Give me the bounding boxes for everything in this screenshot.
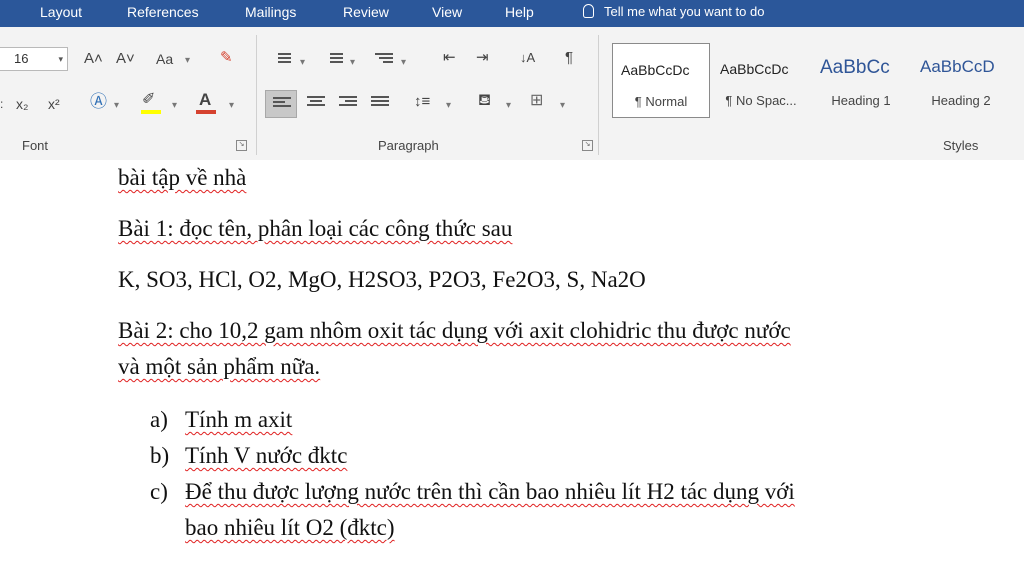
font-size-value: 16 (14, 51, 29, 66)
font-dialog-launcher-icon[interactable]: ↘ (236, 140, 247, 151)
group-divider (598, 35, 599, 155)
align-center-icon[interactable] (307, 96, 325, 110)
lightbulb-icon (583, 4, 594, 18)
chevron-down-icon: ▾ (185, 55, 191, 66)
list-marker: c) (150, 479, 168, 504)
chevron-down-icon: ▾ (172, 100, 178, 111)
highlight-color-bar (141, 110, 161, 114)
tab-review[interactable]: Review (343, 4, 389, 20)
chevron-down-icon: ▾ (58, 54, 63, 64)
style-no-spacing[interactable]: AaBbCcDc ¶ No Spac... (712, 43, 810, 118)
bullets-icon[interactable] (273, 53, 291, 67)
chevron-down-icon: ▾ (300, 57, 306, 68)
font-group-label: Font (22, 138, 49, 153)
borders-icon[interactable]: ⊞ (530, 92, 543, 110)
clear-formatting-icon[interactable]: ✎ (220, 49, 233, 67)
font-size-combobox[interactable]: 16 ▾ (0, 47, 68, 71)
chevron-down-icon: ▾ (506, 100, 512, 111)
list-item-continuation: bao nhiêu lít O2 (đktc) (185, 515, 395, 540)
chevron-down-icon: ▾ (114, 100, 120, 111)
style-preview: AaBbCcD (920, 57, 995, 76)
exercise-2-line-2: và một sản phẩm nữa. (118, 354, 321, 379)
grow-font-button[interactable]: A˄ (84, 50, 103, 68)
tab-layout[interactable]: Layout (40, 4, 82, 20)
style-name: Heading 1 (831, 93, 891, 108)
exercise-2-line-1: Bài 2: cho 10,2 gam nhôm oxit tác dụng v… (118, 318, 791, 343)
justify-icon[interactable] (371, 96, 389, 110)
increase-indent-icon[interactable]: ⇥ (476, 49, 489, 67)
sort-icon[interactable]: ↓A (520, 49, 535, 67)
chevron-down-icon: ▾ (229, 100, 235, 111)
list-marker: b) (150, 443, 170, 468)
style-preview: AaBbCcDc (621, 62, 690, 78)
style-name: ¶ No Spac... (725, 93, 797, 108)
styles-group-label: Styles (943, 138, 979, 153)
chevron-down-icon: ▾ (446, 100, 452, 111)
document-page[interactable]: bài tập về nhà Bài 1: đọc tên, phân loại… (0, 160, 1024, 566)
style-name: ¶ Normal (634, 94, 688, 109)
font-color-bar (196, 110, 216, 114)
tell-me-box[interactable]: Tell me what you want to do (583, 4, 764, 19)
list-item: Tính m axit (185, 407, 293, 432)
subscript-button[interactable]: x₂ (16, 95, 28, 113)
list-item: Để thu được lượng nước trên thì cần bao … (185, 479, 795, 504)
style-name: Heading 2 (931, 93, 991, 108)
list-item: Tính V nước đktc (185, 443, 348, 468)
chevron-down-icon: ▾ (350, 57, 356, 68)
formula-list: K, SO3, HCl, O2, MgO, H2SO3, P2O3, Fe2O3… (118, 267, 646, 292)
tell-me-text: Tell me what you want to do (604, 4, 765, 19)
highlight-pen-icon[interactable]: ✐ (142, 91, 155, 109)
style-heading-2[interactable]: AaBbCcD Heading 2 (912, 43, 1010, 118)
align-left-icon (273, 97, 291, 111)
doc-heading-line: bài tập về nhà (118, 165, 247, 190)
styles-gallery: AaBbCcDc ¶ Normal AaBbCcDc ¶ No Spac... … (612, 43, 1017, 119)
shading-icon[interactable]: ⛾ (478, 92, 491, 110)
decrease-indent-icon[interactable]: ⇤ (443, 49, 456, 67)
show-marks-icon[interactable]: ¶ (565, 49, 573, 67)
tab-help[interactable]: Help (505, 4, 534, 20)
text-effects-icon[interactable]: Ⓐ (90, 93, 107, 111)
paragraph-dialog-launcher-icon[interactable]: ↘ (582, 140, 593, 151)
chevron-down-icon: ▾ (401, 57, 407, 68)
style-preview: AaBbCc (820, 57, 890, 78)
line-spacing-icon[interactable]: ↕≡ (414, 93, 430, 111)
align-left-button[interactable] (265, 90, 297, 118)
shrink-font-button[interactable]: A˅ (116, 50, 135, 68)
align-right-icon[interactable] (339, 96, 357, 110)
change-case-button[interactable]: Aa (156, 50, 173, 68)
style-heading-1[interactable]: AaBbCc Heading 1 (812, 43, 910, 118)
list-marker: a) (150, 407, 168, 432)
superscript-button[interactable]: x² (48, 95, 60, 113)
style-preview: AaBbCcDc (720, 61, 789, 77)
tab-mailings[interactable]: Mailings (245, 4, 296, 20)
exercise-1-title: Bài 1: đọc tên, phân loại các công thức … (118, 216, 513, 241)
chevron-down-icon: ▾ (560, 100, 566, 111)
group-divider (256, 35, 257, 155)
tab-view[interactable]: View (432, 4, 462, 20)
numbering-icon[interactable] (325, 53, 343, 67)
tab-references[interactable]: References (127, 4, 199, 20)
style-normal[interactable]: AaBbCcDc ¶ Normal (612, 43, 710, 118)
multilevel-list-icon[interactable] (375, 53, 393, 67)
font-color-icon[interactable]: A (199, 91, 211, 109)
strikethrough-icon[interactable]: : (0, 95, 3, 113)
paragraph-group-label: Paragraph (378, 138, 439, 153)
ribbon-tab-bar: Layout References Mailings Review View H… (0, 0, 1024, 27)
